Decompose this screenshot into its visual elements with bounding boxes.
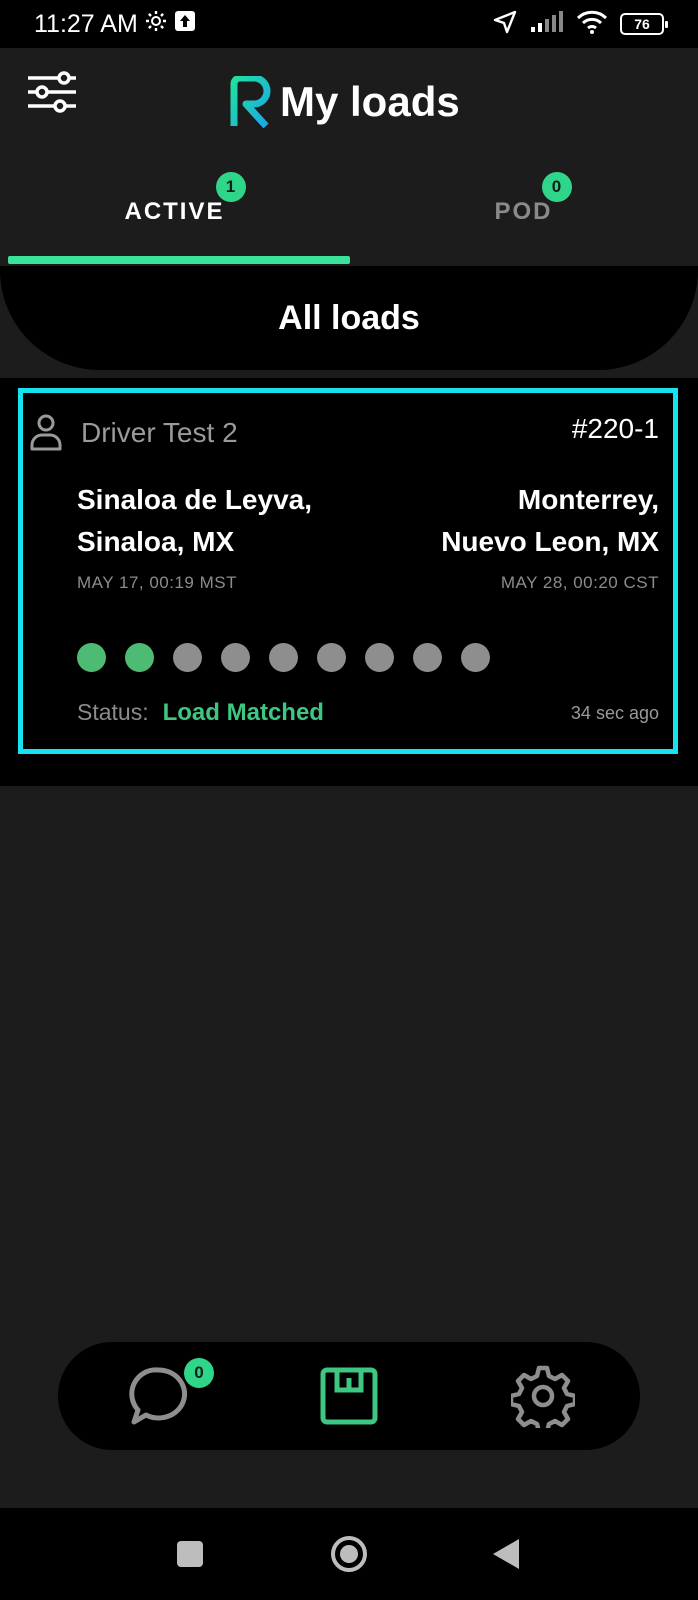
header-title-group: My loads bbox=[228, 76, 460, 128]
progress-dot-pending bbox=[269, 643, 298, 672]
tab-pod-label: POD 0 bbox=[494, 172, 573, 226]
battery-indicator: 76 bbox=[620, 13, 668, 35]
last-updated: 34 sec ago bbox=[570, 703, 659, 723]
progress-dot-complete bbox=[77, 643, 106, 672]
driver-name: Driver Test 2 bbox=[81, 417, 238, 448]
triangle-back-icon bbox=[493, 1539, 519, 1569]
status-row: Status: Load Matched bbox=[77, 699, 324, 727]
sliders-icon bbox=[28, 71, 76, 113]
tab-active-badge: 1 bbox=[216, 172, 247, 202]
status-value: Load Matched bbox=[162, 699, 324, 726]
progress-steps bbox=[77, 643, 490, 672]
status-bar-right: 76 bbox=[492, 9, 668, 40]
status-bar-left: 11:27 AM bbox=[34, 9, 196, 40]
origin-line-2: Sinaloa, MX bbox=[77, 526, 235, 557]
progress-dot-pending bbox=[461, 643, 490, 672]
progress-dot-pending bbox=[413, 643, 442, 672]
app-header: My loads bbox=[0, 48, 698, 158]
tab-active-text: ACTIVE bbox=[124, 198, 225, 225]
status-label: Status: bbox=[77, 699, 149, 725]
recents-button[interactable] bbox=[170, 1534, 210, 1574]
status-bar: 11:27 AM 76 bbox=[0, 0, 698, 48]
tab-active[interactable]: ACTIVE 1 bbox=[0, 158, 349, 266]
location-arrow-icon bbox=[492, 9, 518, 40]
tab-pod-badge: 0 bbox=[542, 172, 573, 202]
app-logo-icon bbox=[230, 76, 271, 128]
loads-list: Driver Test 2 #220-1 Sinaloa de Leyva, S… bbox=[0, 378, 698, 786]
tab-pod[interactable]: POD 0 bbox=[349, 158, 698, 266]
chat-bubble-icon bbox=[129, 1367, 188, 1425]
origin-location: Sinaloa de Leyva, Sinaloa, MX bbox=[77, 479, 312, 563]
progress-dot-pending bbox=[221, 643, 250, 672]
loads-panel: All loads Driver Test 2 #220-1 Sinaloa d… bbox=[0, 266, 698, 786]
battery-level: 76 bbox=[634, 16, 650, 32]
filter-button[interactable] bbox=[26, 68, 80, 118]
all-loads-heading: All loads bbox=[278, 298, 420, 337]
driver-row: Driver Test 2 bbox=[29, 413, 238, 453]
destination-line-1: Monterrey, bbox=[517, 484, 659, 515]
nav-loads-button[interactable] bbox=[317, 1364, 381, 1428]
progress-dot-pending bbox=[365, 643, 394, 672]
progress-dot-complete bbox=[125, 643, 154, 672]
back-button[interactable] bbox=[486, 1534, 526, 1574]
chat-badge: 0 bbox=[184, 1358, 214, 1388]
wifi-icon bbox=[576, 10, 608, 39]
gear-icon bbox=[508, 1365, 578, 1435]
bottom-nav: 0 bbox=[58, 1342, 640, 1450]
progress-dot-pending bbox=[317, 643, 346, 672]
origin-line-1: Sinaloa de Leyva, bbox=[77, 484, 312, 515]
square-icon bbox=[177, 1541, 203, 1567]
clock: 11:27 AM bbox=[34, 9, 138, 38]
progress-dot-pending bbox=[173, 643, 202, 672]
all-loads-header[interactable]: All loads bbox=[0, 266, 698, 370]
loads-box-icon bbox=[320, 1367, 378, 1425]
load-card[interactable]: Driver Test 2 #220-1 Sinaloa de Leyva, S… bbox=[18, 388, 678, 754]
system-nav-bar bbox=[0, 1508, 698, 1600]
tab-pod-text: POD bbox=[494, 198, 553, 225]
destination-line-2: Nuevo Leon, MX bbox=[441, 526, 659, 557]
home-button[interactable] bbox=[329, 1534, 369, 1574]
nav-chat-button[interactable]: 0 bbox=[126, 1358, 214, 1428]
nav-settings-button[interactable] bbox=[508, 1364, 578, 1435]
circle-icon bbox=[331, 1536, 367, 1572]
tab-bar: ACTIVE 1 POD 0 bbox=[0, 158, 698, 266]
page-title: My loads bbox=[280, 78, 460, 125]
pickup-time: MAY 17, 00:19 MST bbox=[77, 573, 237, 592]
load-id: #220-1 bbox=[571, 413, 659, 444]
tab-active-label: ACTIVE 1 bbox=[124, 172, 247, 226]
signal-icon bbox=[530, 10, 564, 38]
delivery-time: MAY 28, 00:20 CST bbox=[500, 573, 659, 592]
person-icon bbox=[30, 414, 62, 451]
destination-location: Monterrey, Nuevo Leon, MX bbox=[441, 479, 659, 563]
gear-icon bbox=[144, 9, 168, 40]
tab-indicator bbox=[8, 256, 350, 264]
upload-icon bbox=[174, 10, 196, 39]
